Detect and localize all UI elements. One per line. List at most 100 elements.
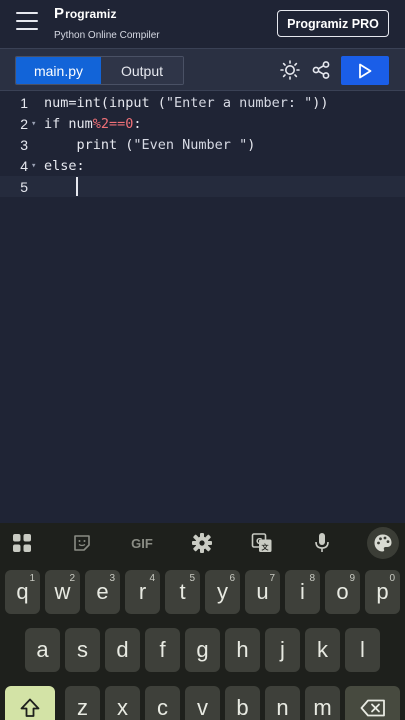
key-c[interactable]: c — [145, 686, 180, 720]
code-token: num=int(input ( — [44, 94, 166, 111]
key-e[interactable]: e3 — [85, 570, 120, 614]
menu-icon[interactable] — [16, 12, 38, 30]
key-i[interactable]: i8 — [285, 570, 320, 614]
code-line-current: 5 — [0, 176, 405, 197]
key-label: u — [256, 579, 269, 604]
code-text: print ("Even Number ") — [44, 136, 256, 153]
key-hint: 0 — [389, 573, 395, 584]
tab-main-py[interactable]: main.py — [16, 57, 101, 84]
key-k[interactable]: k — [305, 628, 340, 672]
keyboard-toolbar: GIF G文 — [0, 523, 405, 563]
key-t[interactable]: t5 — [165, 570, 200, 614]
key-label: y — [217, 579, 228, 604]
fold-arrow-icon[interactable]: ▾ — [31, 119, 36, 129]
key-label: t — [179, 579, 186, 604]
shift-key[interactable] — [5, 686, 55, 720]
key-h[interactable]: h — [225, 628, 260, 672]
tab-output[interactable]: Output — [101, 57, 183, 84]
brand-logo: Programiz — [54, 5, 160, 22]
key-u[interactable]: u7 — [245, 570, 280, 614]
key-z[interactable]: z — [65, 686, 100, 720]
key-y[interactable]: y6 — [205, 570, 240, 614]
gif-button[interactable]: GIF — [128, 531, 156, 555]
key-b[interactable]: b — [225, 686, 260, 720]
file-tabs: main.py Output — [15, 56, 184, 85]
on-screen-keyboard: GIF G文 q1w2e3r4t5y6u7i8o9p0asdfghjklz x … — [0, 523, 405, 720]
key-label: s — [77, 637, 88, 662]
key-label: j — [280, 637, 285, 662]
key-label: c — [157, 695, 168, 720]
key-label: k — [317, 637, 328, 662]
code-line: 4 ▾ else: — [0, 155, 405, 176]
svg-text:文: 文 — [262, 543, 270, 552]
translate-icon[interactable]: G文 — [250, 531, 274, 555]
key-label: b — [236, 695, 249, 720]
line-number: 2 — [20, 115, 28, 132]
key-g[interactable]: g — [185, 628, 220, 672]
code-line: 2 ▾ if num%2==0: — [0, 113, 405, 134]
key-label: m — [313, 695, 332, 720]
theme-palette-icon[interactable] — [367, 527, 399, 559]
code-text: if num%2==0: — [44, 116, 142, 132]
key-label: l — [360, 637, 365, 662]
settings-gear-icon[interactable] — [190, 531, 214, 555]
key-label: g — [196, 637, 209, 662]
code-line: 1 num=int(input ("Enter a number: ")) — [0, 92, 405, 113]
key-label: z — [77, 695, 88, 720]
key-s[interactable]: s — [65, 628, 100, 672]
programiz-pro-button[interactable]: Programiz PRO — [277, 10, 389, 37]
key-f[interactable]: f — [145, 628, 180, 672]
apps-grid-icon[interactable] — [10, 531, 34, 555]
code-line: 3 print ("Even Number ") — [0, 134, 405, 155]
key-a[interactable]: a — [25, 628, 60, 672]
key-o[interactable]: o9 — [325, 570, 360, 614]
code-token: ) — [247, 136, 256, 153]
header: Programiz Python Online Compiler Program… — [0, 0, 405, 48]
key-d[interactable]: d — [105, 628, 140, 672]
code-token: : — [133, 115, 142, 132]
code-string: "Enter a number: " — [165, 94, 313, 111]
backspace-key[interactable] — [345, 686, 400, 720]
key-q[interactable]: q1 — [5, 570, 40, 614]
key-x[interactable]: x — [105, 686, 140, 720]
key-p[interactable]: p0 — [365, 570, 400, 614]
key-label: q — [16, 579, 29, 604]
theme-toggle-icon[interactable] — [279, 59, 301, 81]
key-m[interactable]: m — [305, 686, 340, 720]
line-number: 3 — [20, 136, 28, 153]
line-number: 5 — [20, 178, 28, 195]
microphone-icon[interactable] — [310, 531, 334, 555]
share-icon[interactable] — [310, 59, 332, 81]
key-j[interactable]: j — [265, 628, 300, 672]
key-label: e — [96, 579, 109, 604]
key-label: n — [276, 695, 289, 720]
line-number: 1 — [20, 94, 28, 111]
key-label: w — [54, 579, 71, 604]
key-hint: 6 — [229, 573, 235, 584]
code-text: else: — [44, 157, 85, 174]
key-r[interactable]: r4 — [125, 570, 160, 614]
key-n[interactable]: n — [265, 686, 300, 720]
key-v[interactable]: v — [185, 686, 220, 720]
brand-name: rogramiz — [65, 6, 117, 21]
key-hint: 7 — [269, 573, 275, 584]
line-number: 4 — [20, 157, 28, 174]
key-w[interactable]: w2 — [45, 570, 80, 614]
key-hint: 2 — [69, 573, 75, 584]
sticker-icon[interactable] — [70, 531, 94, 555]
brand[interactable]: Programiz Python Online Compiler — [54, 5, 160, 41]
editor-toolbar: main.py Output — [0, 48, 405, 91]
key-label: i — [300, 579, 305, 604]
fold-arrow-icon[interactable]: ▾ — [31, 161, 36, 171]
app-root: Programiz Python Online Compiler Program… — [0, 0, 405, 720]
code-token: if num — [44, 115, 93, 132]
code-editor[interactable]: 1 num=int(input ("Enter a number: ")) 2 … — [0, 91, 405, 523]
key-l[interactable]: l — [345, 628, 380, 672]
run-button[interactable] — [341, 56, 389, 85]
shift-arrow-icon — [20, 698, 40, 717]
play-icon — [359, 63, 372, 78]
key-label: h — [236, 637, 249, 662]
key-label: v — [197, 695, 208, 720]
key-label: a — [36, 637, 49, 662]
key-label: x — [117, 695, 128, 720]
